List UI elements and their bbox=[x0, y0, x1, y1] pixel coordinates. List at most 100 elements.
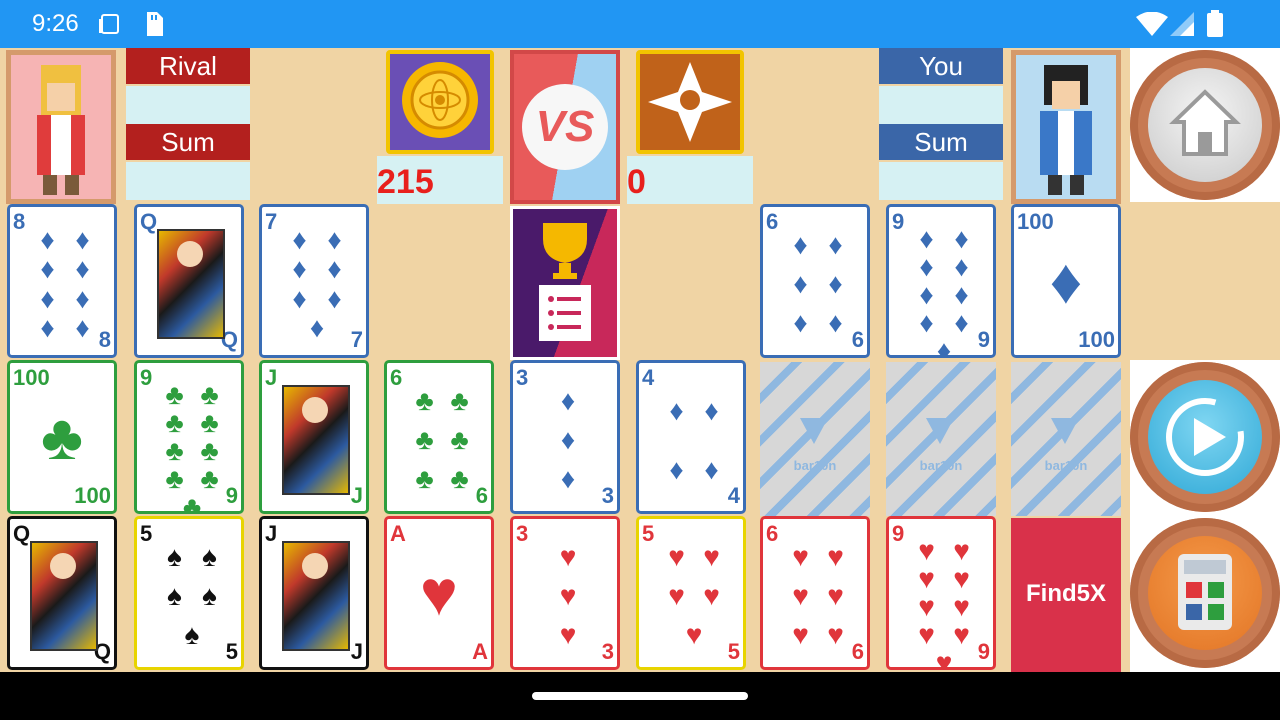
suit-icon: ♣ bbox=[165, 463, 184, 494]
playing-card[interactable]: QQ bbox=[134, 204, 244, 358]
card-rank: 9 bbox=[140, 365, 153, 390]
rival-sum-field bbox=[126, 162, 250, 200]
card-rank-corner: 6 bbox=[851, 639, 864, 664]
card-rank: 3 bbox=[516, 365, 529, 390]
card-pips: ♦ ♦ ♦ ♦ bbox=[659, 381, 729, 499]
playing-card[interactable]: 4 4 ♦ ♦ ♦ ♦ bbox=[636, 360, 746, 514]
suit-icon: ♥ bbox=[559, 619, 577, 651]
calculator-button-face bbox=[1148, 536, 1262, 650]
playing-card[interactable]: A A ♥ bbox=[384, 516, 494, 670]
suit-icon: ♣ bbox=[415, 423, 434, 455]
suit-icon: ♦ bbox=[75, 223, 90, 255]
logo-icon bbox=[1051, 418, 1079, 444]
card-pips: ♠ ♠ ♠ ♠ ♠ bbox=[157, 537, 227, 655]
playing-card[interactable]: 100 100 ♦ bbox=[1011, 204, 1121, 358]
playing-card[interactable]: 8 8 ♦ ♦ ♦ ♦ ♦ ♦ ♦ ♦ bbox=[7, 204, 117, 358]
card-pips: ♥ ♥ ♥ ♥ ♥ bbox=[659, 537, 729, 655]
card-rank-corner: 4 bbox=[727, 483, 740, 508]
card-rank-corner: 5 bbox=[727, 639, 740, 664]
playing-card[interactable]: 6 6 ♣ ♣ ♣ ♣ ♣ ♣ bbox=[384, 360, 494, 514]
gesture-home-bar[interactable] bbox=[532, 692, 748, 700]
suit-icon: ♥ bbox=[827, 579, 844, 611]
suit-icon: ♠ bbox=[184, 619, 200, 651]
facedown-card[interactable]: bar10n bbox=[1011, 362, 1121, 516]
card-rank-corner: 9 bbox=[225, 483, 238, 508]
star-emblem-icon bbox=[648, 62, 732, 142]
suit-icon: ♦ bbox=[793, 228, 808, 260]
playing-card[interactable]: JJ bbox=[259, 360, 369, 514]
card-rank-corner: 8 bbox=[98, 327, 111, 352]
suit-icon: ♥ bbox=[827, 619, 844, 651]
card-back-logo: bar10n bbox=[1044, 458, 1088, 473]
card-rank-corner: 100 bbox=[74, 483, 111, 508]
suit-icon: ♠ bbox=[167, 579, 182, 611]
playing-card[interactable]: 9 9 ♣ ♣ ♣ ♣ ♣ ♣ ♣ ♣ ♣ bbox=[134, 360, 244, 514]
card-rank-corner: 6 bbox=[475, 483, 488, 508]
suit-icon: ♦ bbox=[75, 312, 90, 344]
suit-icon: ♣ bbox=[200, 407, 219, 438]
playing-card[interactable]: 7 7 ♦ ♦ ♦ ♦ ♦ ♦ ♦ bbox=[259, 204, 369, 358]
suit-icon: ♥ bbox=[918, 535, 935, 566]
face-card-art bbox=[282, 385, 350, 495]
home-button-face bbox=[1148, 68, 1262, 182]
card-rank: 9 bbox=[892, 209, 905, 234]
playing-card[interactable]: 100 100 ♣ bbox=[7, 360, 117, 514]
calculator-button[interactable] bbox=[1130, 518, 1280, 668]
suit-icon: ♥ bbox=[953, 535, 970, 566]
playing-card[interactable]: 6 6 ♥ ♥ ♥ ♥ ♥ ♥ bbox=[760, 516, 870, 670]
playing-card[interactable]: 9 9 ♥ ♥ ♥ ♥ ♥ ♥ ♥ ♥ ♥ bbox=[886, 516, 996, 670]
vs-card: VS bbox=[510, 50, 620, 204]
you-label: You bbox=[879, 48, 1003, 84]
suit-icon: ♣ bbox=[415, 463, 434, 495]
playing-card[interactable]: QQ bbox=[7, 516, 117, 670]
card-back-logo: bar10n bbox=[919, 458, 963, 473]
suit-icon: ♣ bbox=[200, 463, 219, 494]
sdcard-icon bbox=[147, 12, 163, 36]
suit-icon: ♣ bbox=[165, 435, 184, 466]
suit-icon: ♥ bbox=[953, 591, 970, 622]
suit-icon: ♦ bbox=[793, 267, 808, 299]
playing-card[interactable]: 6 6 ♦ ♦ ♦ ♦ ♦ ♦ bbox=[760, 204, 870, 358]
card-rank-corner: 9 bbox=[977, 327, 990, 352]
leaderboard-card[interactable] bbox=[510, 206, 620, 360]
playing-card[interactable]: 3 3 ♥ ♥ ♥ bbox=[510, 516, 620, 670]
suit-icon: ♦ bbox=[919, 307, 934, 338]
find5x-card[interactable]: Find5X bbox=[1011, 518, 1121, 672]
playing-card[interactable]: 5 5 ♥ ♥ ♥ ♥ ♥ bbox=[636, 516, 746, 670]
suit-icon: ♣ bbox=[450, 384, 469, 416]
suit-icon: ♠ bbox=[202, 540, 217, 572]
suit-icon: ♦ bbox=[704, 394, 719, 426]
home-icon bbox=[1169, 89, 1241, 156]
suit-icon: ♥ bbox=[792, 619, 809, 651]
playing-card[interactable]: 9 9 ♦ ♦ ♦ ♦ ♦ ♦ ♦ ♦ ♦ bbox=[886, 204, 996, 358]
suit-icon: ♥ bbox=[918, 619, 935, 650]
suit-icon: ♦ bbox=[292, 282, 307, 314]
suit-icon: ♥ bbox=[668, 540, 685, 572]
playing-card[interactable]: JJ bbox=[259, 516, 369, 670]
playing-card[interactable]: 5 5 ♠ ♠ ♠ ♠ ♠ bbox=[134, 516, 244, 670]
facedown-card[interactable]: bar10n bbox=[886, 362, 996, 516]
facedown-card[interactable]: bar10n bbox=[760, 362, 870, 516]
suit-icon: ♦ bbox=[40, 253, 55, 285]
card-pips: ♦ ♦ ♦ ♦ ♦ ♦ ♦ ♦ ♦ bbox=[909, 225, 979, 356]
play-button[interactable] bbox=[1130, 362, 1280, 512]
logo-icon bbox=[926, 418, 954, 444]
suit-icon: ♦ bbox=[40, 282, 55, 314]
suit-icon: ♥ bbox=[420, 557, 458, 629]
playing-card[interactable]: 3 3 ♦ ♦ ♦ bbox=[510, 360, 620, 514]
you-sum-field bbox=[879, 162, 1003, 200]
card-pips: ♣ ♣ ♣ ♣ ♣ ♣ bbox=[407, 381, 477, 499]
suit-icon: ♦ bbox=[828, 307, 843, 339]
card-pips: ♦ ♦ ♦ bbox=[533, 381, 603, 499]
home-button[interactable] bbox=[1130, 50, 1280, 200]
suit-icon: ♦ bbox=[560, 423, 576, 455]
vs-badge: VS bbox=[522, 84, 608, 170]
suit-icon: ♦ bbox=[954, 307, 969, 338]
suit-icon: ♦ bbox=[919, 279, 934, 310]
card-back-logo: bar10n bbox=[793, 458, 837, 473]
replay-icon bbox=[1166, 398, 1244, 476]
trophy-icon bbox=[539, 223, 591, 341]
suit-icon: ♥ bbox=[559, 579, 577, 611]
card-pips: ♥ ♥ ♥ bbox=[533, 537, 603, 655]
card-rank: Q bbox=[140, 209, 158, 234]
